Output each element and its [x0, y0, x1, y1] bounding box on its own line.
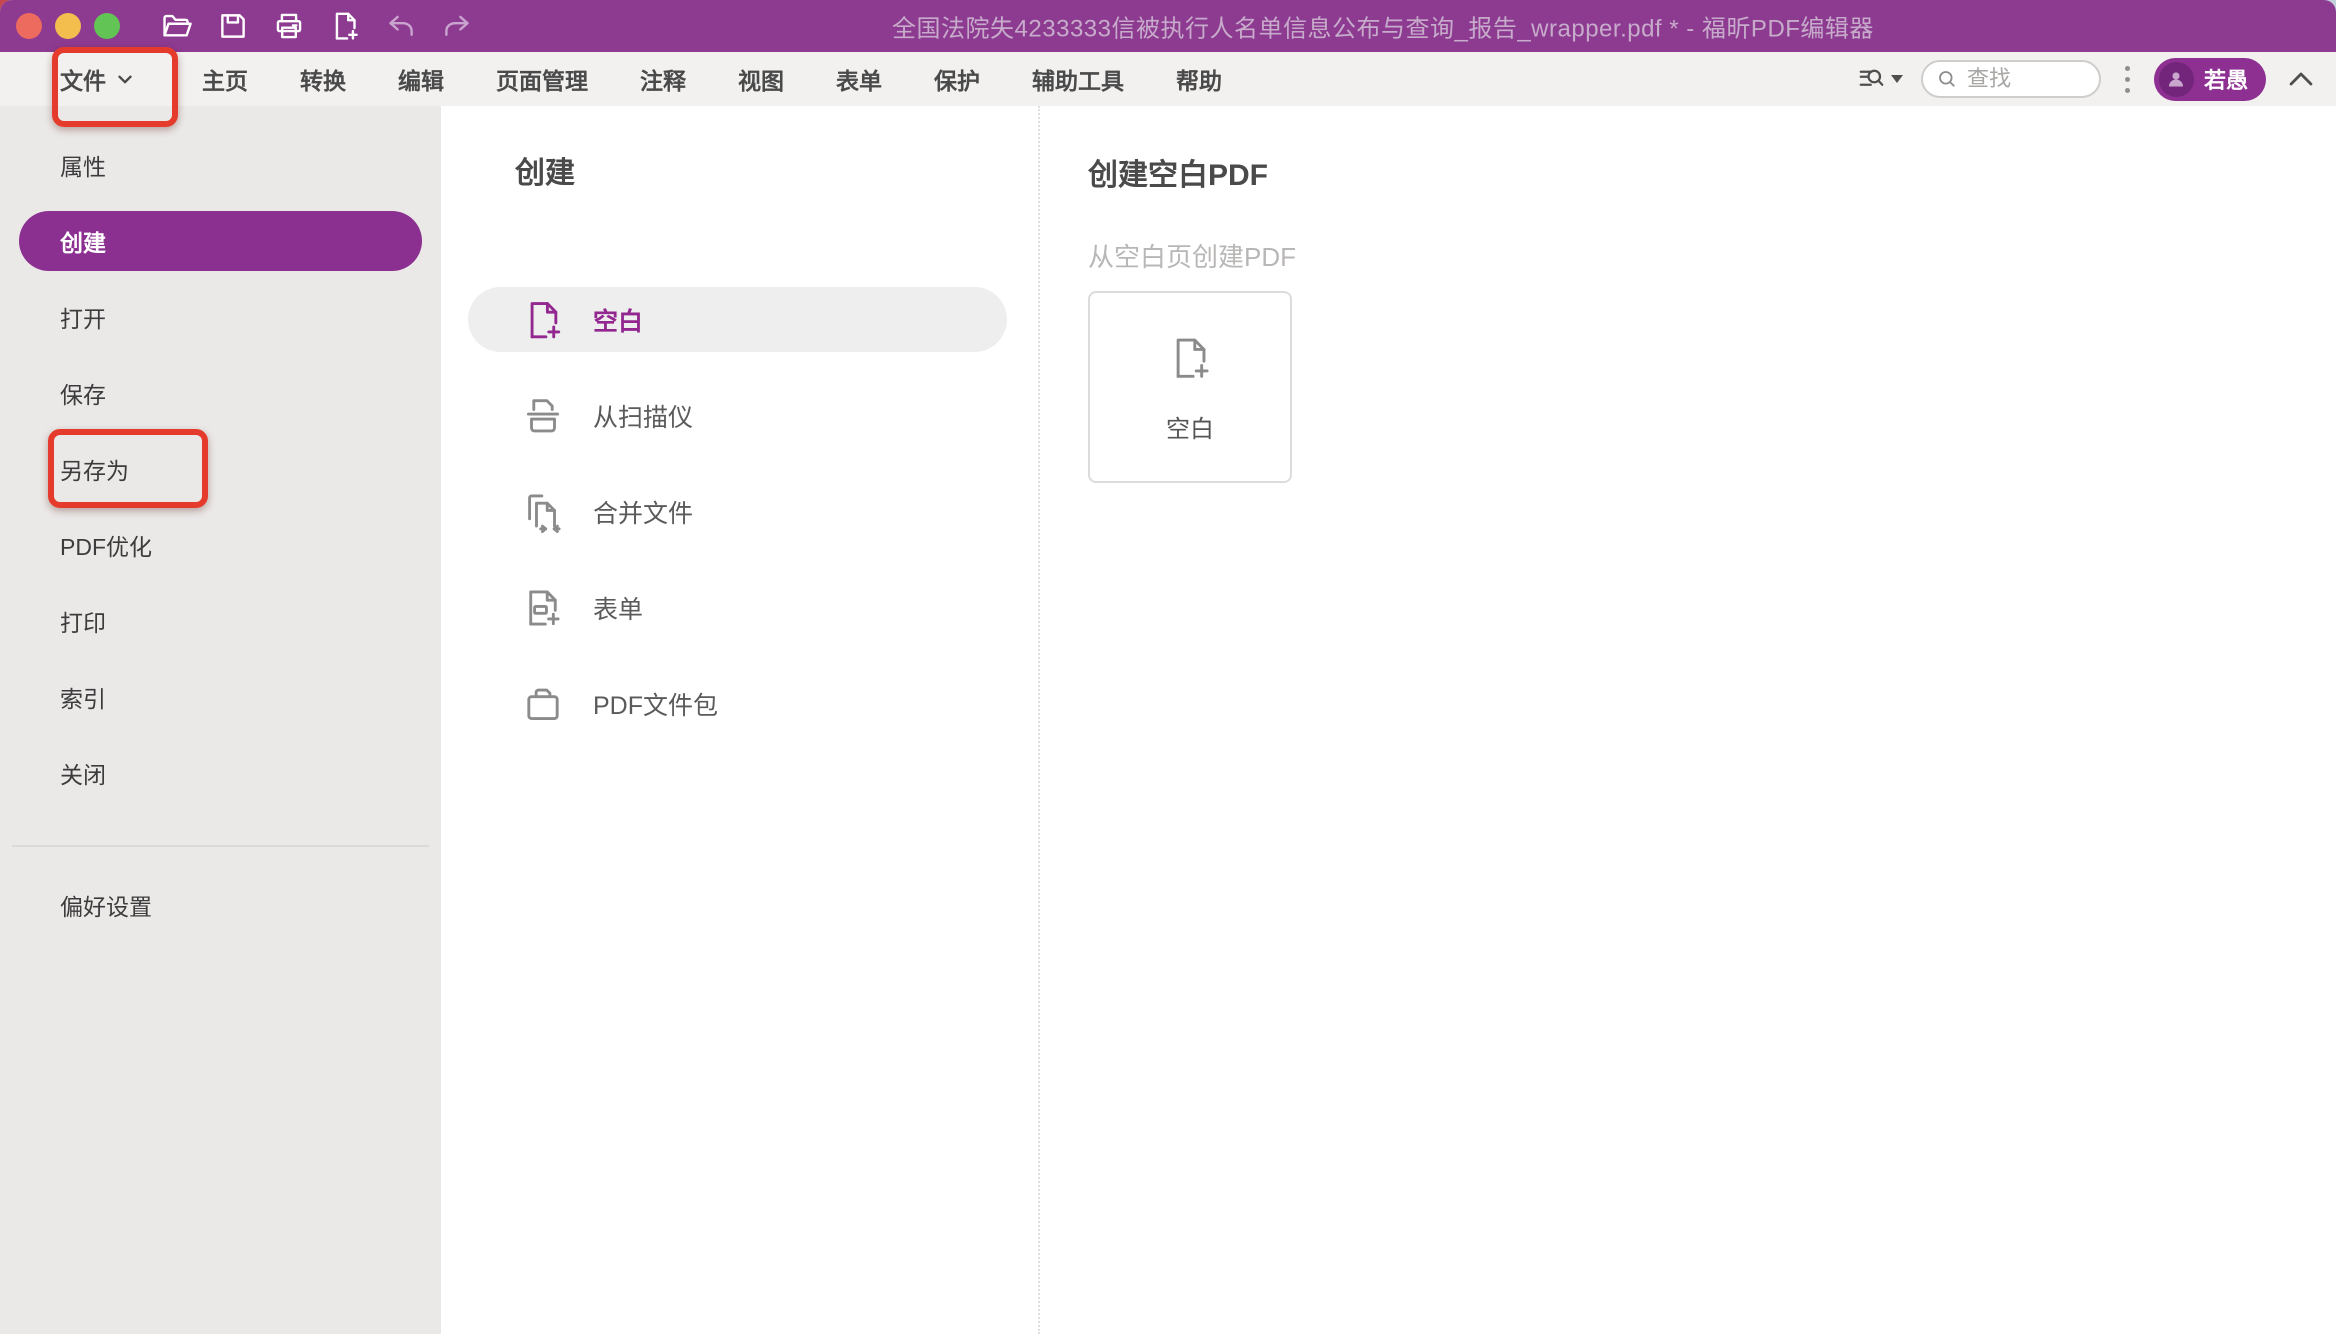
create-panel-title: 创建 [515, 152, 1038, 196]
close-button[interactable] [16, 13, 42, 39]
avatar [2159, 62, 2194, 97]
user-name: 若愚 [2204, 63, 2248, 95]
create-option-pdf-portfolio[interactable]: PDF文件包 [468, 671, 1007, 736]
detail-panel-title: 创建空白PDF [1088, 154, 2336, 198]
create-option-label: 表单 [593, 590, 643, 626]
create-option-label: PDF文件包 [593, 686, 718, 722]
save-icon[interactable] [216, 9, 250, 43]
search-icon [1935, 67, 1959, 91]
portfolio-icon [520, 681, 566, 727]
sidebar-item-save[interactable]: 保存 [0, 355, 441, 431]
sidebar-item-print[interactable]: 打印 [0, 583, 441, 659]
menu-accessibility[interactable]: 辅助工具 [1032, 62, 1124, 96]
combine-files-icon [520, 489, 566, 535]
create-panel: 创建 空白 [441, 106, 1040, 1334]
create-option-label: 合并文件 [593, 494, 693, 530]
menubar: 文件 主页 转换 编辑 页面管理 注释 视图 表单 保护 辅助工具 帮助 [0, 52, 2336, 106]
menu-home[interactable]: 主页 [202, 62, 248, 96]
chevron-down-icon [114, 68, 136, 90]
menu-view[interactable]: 视图 [738, 62, 784, 96]
scanner-icon [520, 393, 566, 439]
advanced-search-icon[interactable] [1857, 64, 1903, 94]
menu-protect[interactable]: 保护 [934, 62, 980, 96]
sidebar-item-index[interactable]: 索引 [0, 659, 441, 735]
file-sidebar: 属性 创建 打开 保存 另存为 PDF优化 打印 索引 关闭 偏好设置 [0, 106, 441, 1334]
create-blank-detail-panel: 创建空白PDF 从空白页创建PDF 空白 [1040, 106, 2336, 1334]
search-input[interactable] [1967, 66, 2077, 92]
collapse-toolbar-icon[interactable] [2284, 62, 2318, 96]
sidebar-item-create[interactable]: 创建 [19, 211, 422, 271]
traffic-lights [0, 13, 120, 39]
create-option-from-scanner[interactable]: 从扫描仪 [468, 383, 1007, 448]
redo-icon[interactable] [440, 9, 474, 43]
blank-card-label: 空白 [1166, 409, 1214, 444]
sidebar-item-pdf-optimize[interactable]: PDF优化 [0, 507, 441, 583]
user-account-button[interactable]: 若愚 [2154, 58, 2266, 101]
blank-pdf-card[interactable]: 空白 [1088, 291, 1292, 483]
app-window: 全国法院失4233333信被执行人名单信息公布与查询_报告_wrapper.pd… [0, 0, 2336, 1334]
menu-help[interactable]: 帮助 [1176, 62, 1222, 96]
create-option-form[interactable]: 表单 [468, 575, 1007, 640]
sidebar-item-save-as[interactable]: 另存为 [0, 431, 441, 507]
menu-edit[interactable]: 编辑 [398, 62, 444, 96]
print-icon[interactable] [272, 9, 306, 43]
open-folder-icon[interactable] [160, 9, 194, 43]
search-field[interactable] [1921, 60, 2101, 98]
more-options-icon[interactable] [2119, 62, 2136, 97]
new-page-icon[interactable] [328, 9, 362, 43]
minimize-button[interactable] [55, 13, 81, 39]
sidebar-divider [12, 845, 429, 847]
zoom-button[interactable] [94, 13, 120, 39]
menu-file[interactable]: 文件 [60, 62, 136, 96]
window-title: 全国法院失4233333信被执行人名单信息公布与查询_报告_wrapper.pd… [892, 9, 1874, 44]
form-icon [520, 585, 566, 631]
titlebar: 全国法院失4233333信被执行人名单信息公布与查询_报告_wrapper.pd… [0, 0, 2336, 52]
create-option-label: 从扫描仪 [593, 398, 693, 434]
menu-comment[interactable]: 注释 [640, 62, 686, 96]
menu-file-label: 文件 [60, 62, 106, 96]
blank-document-icon [1165, 333, 1215, 383]
blank-page-plus-icon [520, 297, 566, 343]
create-option-label: 空白 [593, 302, 643, 338]
menu-page-management[interactable]: 页面管理 [496, 62, 588, 96]
create-option-blank[interactable]: 空白 [468, 287, 1007, 352]
create-option-combine-files[interactable]: 合并文件 [468, 479, 1007, 544]
menu-convert[interactable]: 转换 [300, 62, 346, 96]
detail-panel-subtitle: 从空白页创建PDF [1088, 239, 2336, 275]
dropdown-arrow-icon [1891, 75, 1903, 83]
sidebar-item-preferences[interactable]: 偏好设置 [0, 867, 441, 943]
sidebar-item-open[interactable]: 打开 [0, 279, 441, 355]
sidebar-item-close[interactable]: 关闭 [0, 735, 441, 811]
menu-form[interactable]: 表单 [836, 62, 882, 96]
undo-icon[interactable] [384, 9, 418, 43]
sidebar-item-properties[interactable]: 属性 [0, 127, 441, 203]
backstage-view: 属性 创建 打开 保存 另存为 PDF优化 打印 索引 关闭 偏好设置 创建 [0, 106, 2336, 1334]
